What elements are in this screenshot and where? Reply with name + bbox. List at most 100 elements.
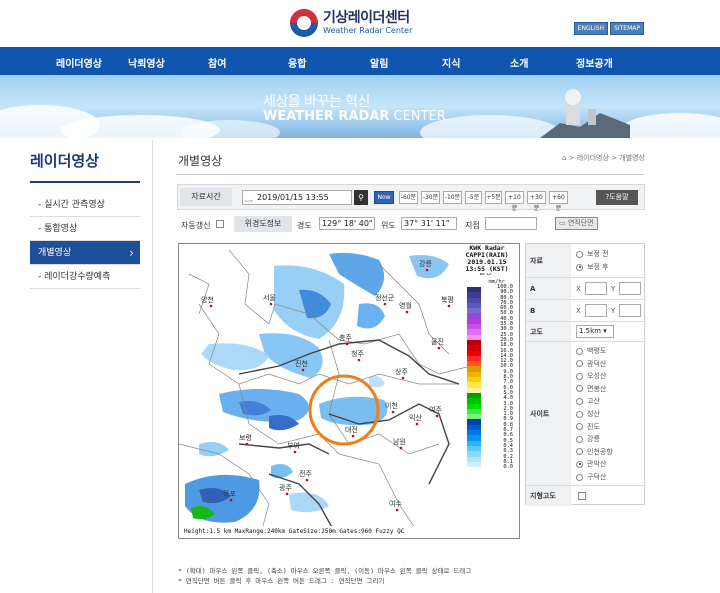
plus-30-button[interactable]: +30분 [527,191,546,212]
svg-text:익산: 익산 [409,413,422,422]
nav-item-notice[interactable]: 알림 [370,55,388,70]
a-y-input[interactable] [619,282,641,295]
site-logo[interactable]: 기상레이더센터 Weather Radar Center [290,9,412,37]
site-radio[interactable] [576,410,583,418]
site-option[interactable]: 성산 [576,410,600,418]
site-radio[interactable] [576,347,583,355]
datetime-input[interactable]: 2019/01/15 13:55 [242,190,352,208]
sidebar-item-individual[interactable]: 개별영상 [30,241,140,265]
site-option[interactable]: 진도 [576,423,600,431]
svg-text:양천: 양천 [201,295,214,304]
site-option[interactable]: 백령도 [576,347,606,355]
svg-text:부여: 부여 [287,441,300,450]
radio-raw[interactable] [576,250,583,258]
altitude-select[interactable]: 1.5km ▾ [576,325,614,338]
radar-status-bar: Height:1.5 km MaxRange:240km GateSize:25… [179,526,519,538]
site-option[interactable]: 고산 [576,397,600,405]
point-b-row: B X Y [526,300,646,322]
svg-text:대전: 대전 [345,425,358,434]
usage-notes: * (확대) 마우스 왼쪽 클릭, (축소) 마우스 오른쪽 클릭, (이동) … [178,566,471,586]
lon-input[interactable]: 129° 18' 40" [319,217,375,230]
b-x-label: X [576,307,581,315]
point-b-label: B [526,300,571,321]
svg-text:이천: 이천 [385,401,398,410]
coord-control-bar: 자동갱신 위경도정보 경도 129° 18' 40" 위도 37° 31' 11… [177,214,645,236]
svg-text:강릉: 강릉 [419,259,432,268]
now-button[interactable]: Now [374,191,394,204]
site-radio[interactable] [576,385,583,393]
site-option[interactable]: 강릉 [576,435,600,443]
nav-item-about[interactable]: 소개 [510,55,528,70]
site-radio[interactable] [576,360,583,368]
site-radio[interactable] [576,448,583,456]
radar-tower-icon [540,89,630,138]
color-scale [467,287,481,473]
svg-text:울진: 울진 [431,337,444,346]
english-button[interactable]: ENGLISH [573,22,609,35]
b-x-input[interactable] [585,304,607,317]
radar-map[interactable]: 양천 서울 영월 정선군 강릉 북평 울진 울릉 진천 청주 대전 충주 상주 … [178,243,520,539]
lat-input[interactable]: 37° 31' 11" [401,217,457,230]
hero-banner: 세상을 바꾸는 혁신 WEATHER RADAR CENTER [0,75,720,138]
nav-item-participation[interactable]: 참여 [208,55,226,70]
terrain-label: 지형고도 [526,486,571,506]
color-scale-labels: 100.0 90.0 80.0 70.0 60.0 50.0 40.0 35.0 30.0 25.… [483,284,513,471]
site-option[interactable]: 인천공항 [576,448,613,456]
site-radio[interactable] [576,460,583,468]
help-button[interactable]: ?도움말 [596,190,638,205]
search-button[interactable]: ⚲ [354,190,368,205]
terrain-checkbox[interactable] [578,492,586,500]
data-option-corrected[interactable]: 보정 후 [576,263,609,271]
cross-section-button[interactable]: ▭ 연직단면 [555,217,598,230]
scale-swatch [467,467,481,473]
site-radio[interactable] [576,372,583,380]
plus-10-button[interactable]: +10분 [505,191,524,212]
site-radio[interactable] [576,423,583,431]
a-x-input[interactable] [585,282,607,295]
site-radio[interactable] [576,473,583,481]
minus-60-button[interactable]: -60분 [399,191,418,204]
plus-60-button[interactable]: +60분 [549,191,568,212]
plus-5-button[interactable]: +5분 [485,191,502,204]
point-a-row: A X Y [526,278,646,300]
minus-30-button[interactable]: -30분 [421,191,440,204]
sidebar-item-composite[interactable]: - 통합영상 [30,217,140,241]
altitude-row: 고도 1.5km ▾ [526,322,646,342]
data-option-raw[interactable]: 보정 전 [576,250,609,258]
site-option[interactable]: 오성산 [576,372,606,380]
site-radio[interactable] [576,435,583,443]
lat-label: 위도 [381,221,396,230]
a-y-label: Y [611,285,616,293]
site-radio[interactable] [576,397,583,405]
note-zoom: * (확대) 마우스 왼쪽 클릭, (축소) 마우스 오른쪽 클릭, (이동) … [178,567,472,575]
note-cross-section: * 연직단면 버튼 클릭 후 마우스 왼쪽 버튼 드래그 : 연직단면 그리기 [178,577,385,585]
nav-item-disclosure[interactable]: 정보공개 [576,55,613,70]
minus-5-button[interactable]: -5분 [465,191,482,204]
b-y-input[interactable] [619,304,641,317]
site-option-label: 진도 [587,422,600,431]
main-content: 개별영상 ⌂ > 레이더영상 > 개별영상 자료시간 2019/01/15 13… [152,140,720,593]
minus-10-button[interactable]: -10분 [443,191,462,204]
scale-label: 0.0 [503,464,513,471]
site-option[interactable]: 구덕산 [576,473,606,481]
site-option[interactable]: 관악산 [576,460,606,468]
site-option[interactable]: 광덕산 [576,360,606,368]
radar-title: KWK Radar CAPPI(RAIN) 2019.01.15 13:55 (… [457,245,517,273]
svg-text:보령: 보령 [239,434,252,442]
site-option-label: 성산 [587,410,600,418]
sidebar-item-realtime[interactable]: - 실시간 관측영상 [30,193,140,217]
sidebar-item-forecast[interactable]: - 레이더강수량예측 [30,265,140,289]
site-option-label: 구덕산 [587,473,607,481]
radio-corrected[interactable] [576,263,583,271]
logo-subtitle: Weather Radar Center [323,25,413,35]
sitemap-button[interactable]: SITEMAP [610,22,644,35]
nav-item-fusion[interactable]: 융합 [288,55,306,70]
nav-item-knowledge[interactable]: 지식 [442,55,460,70]
site-option[interactable]: 면봉산 [576,385,606,393]
cross-section-icon: ▭ [559,219,568,227]
nav-item-lightning[interactable]: 낙뢰영상 [128,55,165,70]
auto-update-checkbox[interactable] [216,220,224,228]
point-input[interactable] [485,217,537,230]
kma-emblem-icon [290,9,318,37]
nav-item-radar[interactable]: 레이더영상 [56,55,102,70]
